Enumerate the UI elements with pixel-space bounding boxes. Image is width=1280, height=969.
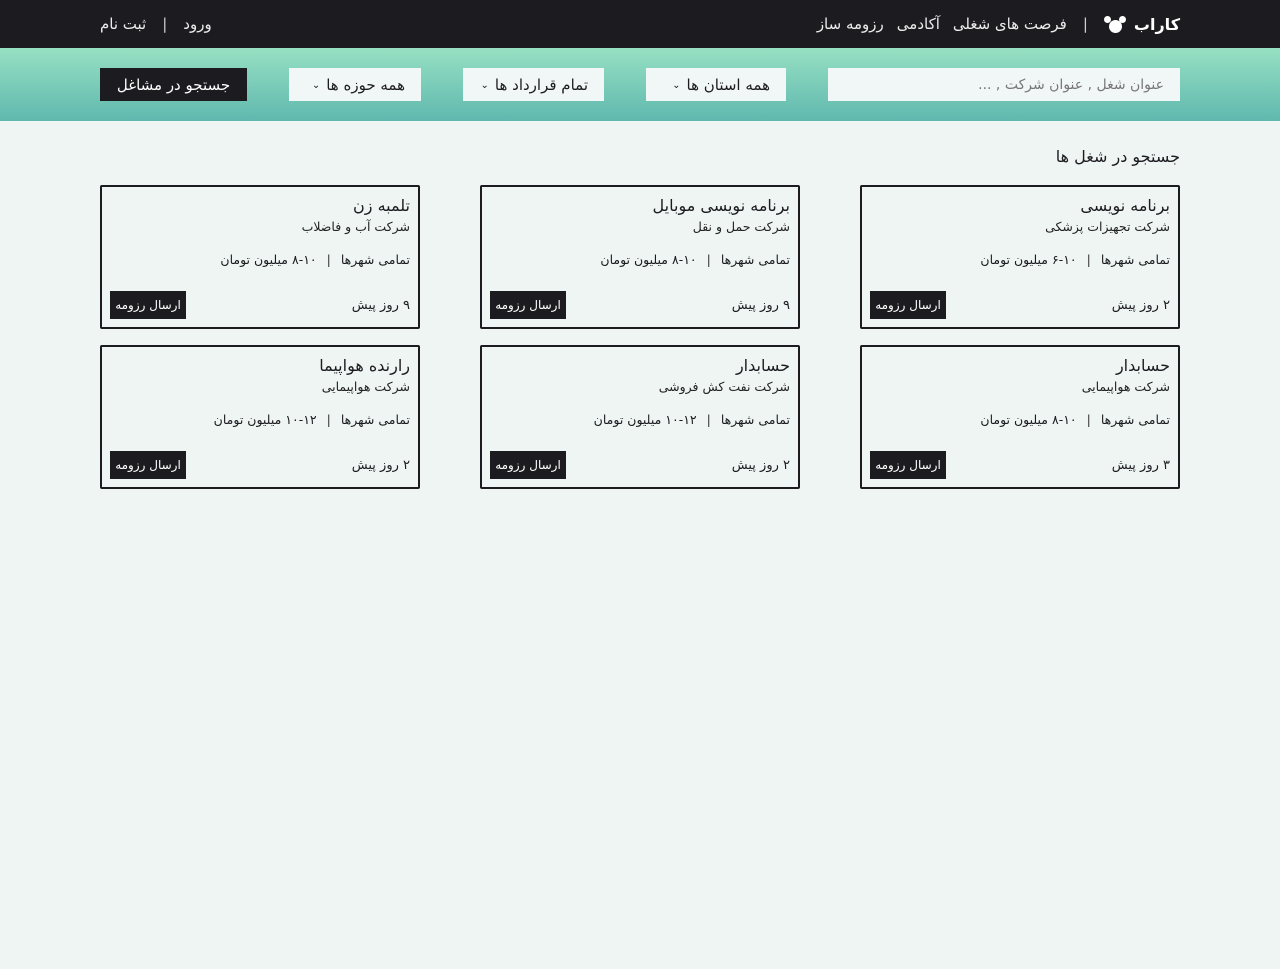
meta-separator: | [326, 412, 331, 427]
province-select-label: همه استان ها [686, 75, 771, 94]
job-salary: ۶-۱۰ میلیون تومان [980, 252, 1077, 267]
page-title: جستجو در شغل ها [1055, 147, 1180, 166]
job-city: تمامی شهرها [720, 252, 790, 267]
job-meta: تمامی شهرها | ۶-۱۰ میلیون تومان [870, 252, 1170, 267]
meta-separator: | [706, 412, 711, 427]
job-card[interactable]: حسابدار شرکت هواپیمایی تمامی شهرها | ۸-۱… [860, 345, 1180, 489]
send-resume-button[interactable]: ارسال رزومه [870, 291, 946, 319]
meta-separator: | [326, 252, 331, 267]
job-card[interactable]: تلمبه زن شرکت آب و فاضلاب تمامی شهرها | … [100, 185, 420, 329]
job-card[interactable]: برنامه نویسی موبایل شرکت حمل و نقل تمامی… [480, 185, 800, 329]
auth-links: ورود | ثبت نام [100, 15, 212, 33]
job-card[interactable]: حسابدار شرکت نفت کش فروشی تمامی شهرها | … [480, 345, 800, 489]
meta-separator: | [1086, 252, 1091, 267]
job-title: برنامه نویسی موبایل [652, 196, 790, 215]
nav-link-academy[interactable]: آکادمی [897, 15, 940, 33]
job-city: تمامی شهرها [720, 412, 790, 427]
job-meta: تمامی شهرها | ۱۰-۱۲ میلیون تومان [490, 412, 790, 427]
job-card[interactable]: برنامه نویسی شرکت تجهیزات پزشکی تمامی شه… [860, 185, 1180, 329]
contract-select-label: تمام قرارداد ها [494, 75, 588, 94]
posted-date: ۲ روز پیش [351, 457, 410, 473]
login-link[interactable]: ورود [183, 15, 211, 33]
card-footer: ۹ روز پیش ارسال رزومه [110, 291, 410, 319]
nav-link-jobs[interactable]: فرصت های شغلی [953, 15, 1067, 33]
meta-separator: | [1086, 412, 1091, 427]
company-name: شرکت هواپیمایی [321, 379, 410, 394]
chevron-down-icon: ⌄ [672, 80, 681, 91]
job-city: تمامی شهرها [340, 252, 410, 267]
company-name: شرکت هواپیمایی [1081, 379, 1170, 394]
job-city: تمامی شهرها [340, 412, 410, 427]
card-footer: ۳ روز پیش ارسال رزومه [870, 451, 1170, 479]
meta-separator: | [706, 252, 711, 267]
job-meta: تمامی شهرها | ۱۰-۱۲ میلیون تومان [110, 412, 410, 427]
job-title: حسابدار [735, 356, 790, 375]
job-meta: تمامی شهرها | ۸-۱۰ میلیون تومان [490, 252, 790, 267]
job-salary: ۸-۱۰ میلیون تومان [220, 252, 317, 267]
job-grid: برنامه نویسی شرکت تجهیزات پزشکی تمامی شه… [100, 185, 1180, 489]
nav-link-resume-builder[interactable]: رزومه ساز [817, 15, 884, 33]
chevron-down-icon: ⌄ [311, 80, 321, 91]
brand-logo-icon [1103, 15, 1126, 33]
send-resume-button[interactable]: ارسال رزومه [110, 451, 186, 479]
job-meta: تمامی شهرها | ۸-۱۰ میلیون تومان [110, 252, 410, 267]
register-link[interactable]: ثبت نام [100, 15, 146, 33]
send-resume-button[interactable]: ارسال رزومه [490, 291, 566, 319]
posted-date: ۹ روز پیش [731, 297, 790, 313]
company-name: شرکت نفت کش فروشی [658, 379, 790, 394]
chevron-down-icon: ⌄ [480, 80, 489, 91]
card-footer: ۲ روز پیش ارسال رزومه [870, 291, 1170, 319]
job-card[interactable]: رارنده هواپیما شرکت هواپیمایی تمامی شهره… [100, 345, 420, 489]
province-select[interactable]: همه استان ها ⌄ [646, 68, 786, 101]
posted-date: ۲ روز پیش [1111, 297, 1170, 313]
field-select-label: همه حوزه ها [326, 75, 405, 94]
job-title: حسابدار [1115, 356, 1170, 375]
posted-date: ۲ روز پیش [731, 457, 790, 473]
field-select[interactable]: همه حوزه ها ⌄ [289, 68, 421, 101]
send-resume-button[interactable]: ارسال رزومه [870, 451, 946, 479]
posted-date: ۹ روز پیش [351, 297, 410, 313]
auth-separator: | [162, 15, 168, 33]
company-name: شرکت تجهیزات پزشکی [1045, 219, 1170, 234]
job-city: تمامی شهرها [1100, 252, 1170, 267]
card-footer: ۲ روز پیش ارسال رزومه [490, 451, 790, 479]
job-salary: ۱۰-۱۲ میلیون تومان [213, 412, 317, 427]
brand-name: کاراب [1133, 14, 1180, 34]
main-content: جستجو در شغل ها برنامه نویسی شرکت تجهیزا… [0, 121, 1280, 489]
send-resume-button[interactable]: ارسال رزومه [110, 291, 186, 319]
job-salary: ۱۰-۱۲ میلیون تومان [593, 412, 697, 427]
job-title: رارنده هواپیما [319, 356, 410, 375]
job-city: تمامی شهرها [1100, 412, 1170, 427]
job-title: برنامه نویسی [1080, 196, 1170, 215]
search-input[interactable] [828, 68, 1180, 101]
top-navbar: کاراب | فرصت های شغلی آکادمی رزومه ساز و… [0, 0, 1280, 48]
job-title: تلمبه زن [353, 196, 410, 215]
posted-date: ۳ روز پیش [1111, 457, 1170, 473]
contract-select[interactable]: تمام قرارداد ها ⌄ [463, 68, 604, 101]
send-resume-button[interactable]: ارسال رزومه [490, 451, 566, 479]
company-name: شرکت آب و فاضلاب [301, 219, 410, 234]
card-footer: ۹ روز پیش ارسال رزومه [490, 291, 790, 319]
nav-right: کاراب | فرصت های شغلی آکادمی رزومه ساز [817, 15, 1180, 34]
card-footer: ۲ روز پیش ارسال رزومه [110, 451, 410, 479]
search-bar: همه استان ها ⌄ تمام قرارداد ها ⌄ همه حوز… [0, 48, 1280, 121]
brand[interactable]: کاراب [1103, 14, 1180, 34]
job-salary: ۸-۱۰ میلیون تومان [980, 412, 1077, 427]
search-jobs-button[interactable]: جستجو در مشاغل [100, 68, 247, 101]
nav-separator: | [1082, 15, 1088, 33]
company-name: شرکت حمل و نقل [692, 219, 790, 234]
job-salary: ۸-۱۰ میلیون تومان [600, 252, 697, 267]
job-meta: تمامی شهرها | ۸-۱۰ میلیون تومان [870, 412, 1170, 427]
